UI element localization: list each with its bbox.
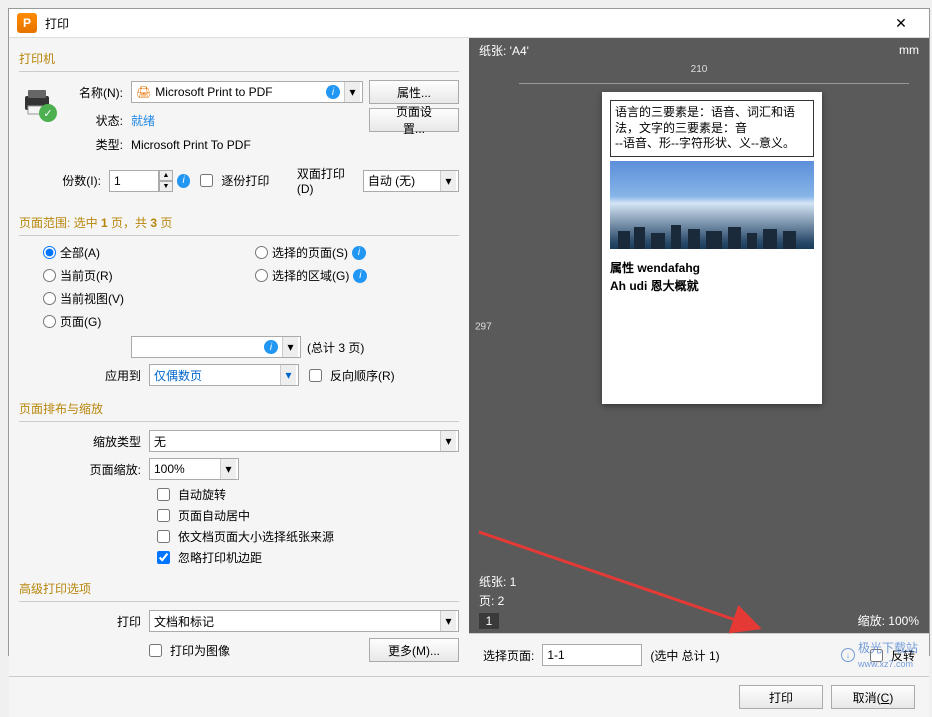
type-label: 类型: [67, 136, 131, 153]
apply-to-value: 仅偶数页 [154, 367, 202, 384]
print-as-image-checkbox[interactable]: 打印为图像 [149, 642, 279, 659]
spin-down-icon[interactable]: ▼ [159, 181, 173, 192]
more-button[interactable]: 更多(M)... [369, 638, 459, 662]
info-icon: i [177, 174, 190, 188]
advanced-section-header: 高级打印选项 [19, 576, 459, 602]
collate-label: 逐份打印 [221, 172, 269, 189]
page-scale-label: 页面缩放: [19, 461, 149, 478]
apply-to-combo[interactable]: 仅偶数页 ▾ [149, 364, 299, 386]
info-icon: i [352, 246, 366, 260]
chevron-down-icon: ▾ [440, 431, 456, 451]
zoom-label: 缩放: 100% [858, 612, 919, 629]
check-icon: ✓ [39, 104, 57, 122]
by-doc-size-checkbox[interactable]: 依文档页面大小选择纸张来源 [157, 528, 459, 545]
total-pages-label: (总计 3 页) [307, 339, 364, 356]
info-icon: i [326, 85, 340, 99]
print-dialog: P 打印 ✕ 打印机 ✓ 名称(N): 🖨 [8, 8, 930, 656]
spin-up-icon[interactable]: ▲ [159, 170, 173, 181]
left-panel: 打印机 ✓ 名称(N): 🖨 Microsoft Print to PDF i [9, 38, 469, 676]
scale-type-combo[interactable]: 无 ▾ [149, 430, 459, 452]
dialog-content: 打印机 ✓ 名称(N): 🖨 Microsoft Print to PDF i [9, 38, 929, 676]
status-paper: 纸张: 1 [479, 573, 516, 590]
printer-icon: ✓ [19, 84, 55, 120]
page-scale-combo[interactable]: 100% ▾ [149, 458, 239, 480]
status-tab[interactable]: 1 [479, 613, 499, 629]
copies-label: 份数(I): [55, 172, 109, 189]
chevron-down-icon: ▾ [282, 337, 298, 357]
chevron-down-icon: ▾ [440, 171, 456, 191]
auto-center-checkbox[interactable]: 页面自动居中 [157, 507, 459, 524]
scaling-section-header: 页面排布与缩放 [19, 396, 459, 422]
range-all-radio[interactable]: 全部(A) [43, 244, 243, 261]
doc-textbox: 语言的三要素是：语音、词汇和语法，文字的三要素是：音 --语音、形--字符形状、… [610, 100, 814, 157]
paper-header: 纸张: 'A4' mm [469, 38, 929, 62]
bottom-controls: 选择页面: (选中 总计 1) 反转 [469, 633, 929, 676]
paper-size-label: 纸张: 'A4' [479, 42, 529, 59]
status-value: 就绪 [131, 112, 155, 129]
range-pages-radio[interactable]: 页面(G) [43, 313, 243, 330]
duplex-value: 自动 (无) [368, 172, 415, 189]
print-what-combo[interactable]: 文档和标记 ▾ [149, 610, 459, 632]
range-current-page-radio[interactable]: 当前页(R) [43, 267, 243, 284]
app-icon: P [17, 13, 37, 33]
printer-name-value: Microsoft Print to PDF [155, 85, 272, 99]
print-what-label: 打印 [19, 613, 149, 630]
duplex-label: 双面打印(D) [297, 165, 359, 196]
pages-input[interactable]: i ▾ [131, 336, 301, 358]
apply-to-label: 应用到 [19, 367, 149, 384]
unit-label: mm [899, 43, 919, 57]
preview-panel: 纸张: 'A4' mm 210 297 语言的三要素是：语音、词汇和语法，文字的… [469, 38, 929, 676]
print-button[interactable]: 打印 [739, 685, 823, 709]
select-page-input[interactable] [542, 644, 642, 666]
chevron-down-icon: ▾ [280, 365, 296, 385]
chevron-down-icon: ▾ [220, 459, 236, 479]
range-section-header: 页面范围: 选中 1 页，共 3 页 [19, 210, 459, 236]
status-label: 状态: [67, 112, 131, 129]
printer-pdf-icon: 🖨 [136, 85, 151, 99]
auto-rotate-checkbox[interactable]: 自动旋转 [157, 486, 459, 503]
printer-name-combo[interactable]: 🖨 Microsoft Print to PDF i ▾ [131, 81, 363, 103]
doc-content: 属性 wendafahg Ah udi 恩大概就 [610, 259, 814, 295]
collate-checkbox[interactable]: 逐份打印 [200, 172, 287, 189]
close-button[interactable]: ✕ [881, 9, 921, 37]
status-page: 页: 2 [479, 592, 516, 609]
preview-status-bar: 纸张: 1 页: 2 1 缩放: 100% [469, 569, 929, 633]
cancel-button[interactable]: 取消(C) [831, 685, 915, 709]
chevron-down-icon: ▾ [344, 82, 360, 102]
properties-button[interactable]: 属性... [369, 80, 459, 104]
chevron-down-icon: ▾ [440, 611, 456, 631]
copies-input[interactable] [109, 170, 159, 192]
info-icon: i [353, 269, 367, 283]
reverse-checkbox[interactable]: 反转 [870, 647, 915, 664]
page-setup-button[interactable]: 页面设置... [369, 108, 459, 132]
printer-name-label: 名称(N): [67, 84, 131, 101]
doc-image [610, 161, 814, 249]
reverse-order-checkbox[interactable]: 反向顺序(R) [309, 367, 439, 384]
ruler-vertical: 297 [469, 84, 499, 569]
dialog-buttons: 打印 取消(C) [9, 676, 929, 717]
ruler-horizontal: 210 [469, 62, 929, 84]
window-title: 打印 [45, 15, 881, 32]
copies-spinbox[interactable]: ▲ ▼ [109, 170, 173, 192]
info-icon: i [264, 340, 278, 354]
titlebar: P 打印 ✕ [9, 9, 929, 38]
scale-type-label: 缩放类型 [19, 433, 149, 450]
range-selected-pages-radio[interactable]: 选择的页面(S)i [255, 244, 455, 261]
printer-section-header: 打印机 [19, 46, 459, 72]
select-total-label: (选中 总计 1) [650, 647, 719, 664]
duplex-combo[interactable]: 自动 (无) ▾ [363, 170, 459, 192]
range-current-view-radio[interactable]: 当前视图(V) [43, 290, 243, 307]
ignore-margins-checkbox[interactable]: 忽略打印机边距 [157, 549, 459, 566]
select-page-label: 选择页面: [483, 647, 534, 664]
preview-area: 297 语言的三要素是：语音、词汇和语法，文字的三要素是：音 --语音、形--字… [469, 84, 929, 569]
type-value: Microsoft Print To PDF [131, 138, 251, 152]
range-selected-area-radio[interactable]: 选择的区域(G)i [255, 267, 455, 284]
paper: 语言的三要素是：语音、词汇和语法，文字的三要素是：音 --语音、形--字符形状、… [602, 92, 822, 404]
paper-preview[interactable]: 语言的三要素是：语音、词汇和语法，文字的三要素是：音 --语音、形--字符形状、… [499, 84, 929, 569]
